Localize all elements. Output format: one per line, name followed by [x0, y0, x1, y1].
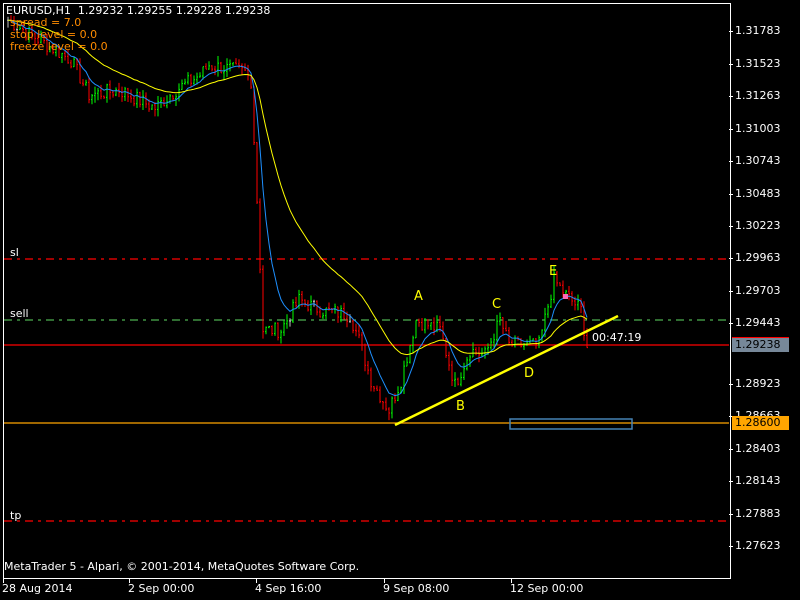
arrow-marker — [563, 294, 568, 299]
price-axis-label: 1.31783 — [735, 24, 781, 37]
time-axis-label: 12 Sep 00:00 — [510, 582, 584, 595]
price-axis-label: 1.27623 — [735, 539, 781, 552]
tp-line-label: tp — [10, 509, 22, 522]
sell-line-label: sell — [10, 307, 29, 320]
price-axis-tick — [729, 291, 733, 292]
time-axis-label: 9 Sep 08:00 — [383, 582, 450, 595]
price-axis-label: 1.29443 — [735, 316, 781, 329]
price-axis-label: 1.29963 — [735, 251, 781, 264]
price-axis-tick — [729, 194, 733, 195]
price-axis-tick — [729, 546, 733, 547]
time-axis-tick — [129, 578, 130, 583]
price-axis-label: 1.30223 — [735, 219, 781, 232]
time-axis-tick — [256, 578, 257, 583]
price-axis-label: 1.31003 — [735, 122, 781, 135]
price-axis-tick — [729, 96, 733, 97]
price-axis-tick — [729, 449, 733, 450]
time-axis-label: 2 Sep 00:00 — [128, 582, 195, 595]
price-axis-tick — [729, 481, 733, 482]
price-axis-tick — [729, 514, 733, 515]
level-price-badge: 1.28600 — [732, 416, 789, 430]
time-axis-tick — [384, 578, 385, 583]
wave-label-b: B — [456, 399, 465, 414]
freeze-level-info: freeze level = 0.0 — [10, 40, 108, 53]
price-axis-label: 1.28403 — [735, 442, 781, 455]
time-axis-tick — [511, 578, 512, 583]
price-axis-label: 1.28143 — [735, 474, 781, 487]
current-price-badge: 1.29238 — [732, 337, 789, 352]
wave-label-c: C — [492, 297, 502, 312]
trendline — [394, 314, 619, 427]
sl-line-label: sl — [10, 246, 19, 259]
price-axis-tick — [729, 258, 733, 259]
price-axis-tick — [729, 323, 733, 324]
price-axis-tick — [729, 129, 733, 130]
bar-countdown: 00:47:19 — [592, 331, 642, 344]
wave-label-e: E — [549, 264, 558, 279]
price-axis-label: 1.28923 — [735, 377, 781, 390]
price-axis-tick — [729, 64, 733, 65]
copyright-text: MetaTrader 5 - Alpari, © 2001-2014, Meta… — [4, 560, 360, 573]
time-axis-tick — [3, 578, 4, 583]
wave-label-d: D — [524, 366, 535, 381]
price-axis-label: 1.31263 — [735, 89, 781, 102]
price-axis-tick — [729, 31, 733, 32]
price-chart[interactable] — [0, 0, 800, 600]
price-axis-tick — [729, 384, 733, 385]
price-axis-tick — [729, 161, 733, 162]
rectangle-object — [509, 418, 633, 430]
price-axis-label: 1.30743 — [735, 154, 781, 167]
time-axis-label: 28 Aug 2014 — [2, 582, 73, 595]
fast-moving-average — [7, 19, 588, 397]
price-axis-tick — [729, 226, 733, 227]
price-axis-label: 1.29703 — [735, 284, 781, 297]
wave-label-a: A — [414, 289, 423, 304]
price-axis-label: 1.27883 — [735, 507, 781, 520]
time-axis-label: 4 Sep 16:00 — [255, 582, 322, 595]
price-axis-label: 1.31523 — [735, 57, 781, 70]
price-axis-label: 1.30483 — [735, 187, 781, 200]
